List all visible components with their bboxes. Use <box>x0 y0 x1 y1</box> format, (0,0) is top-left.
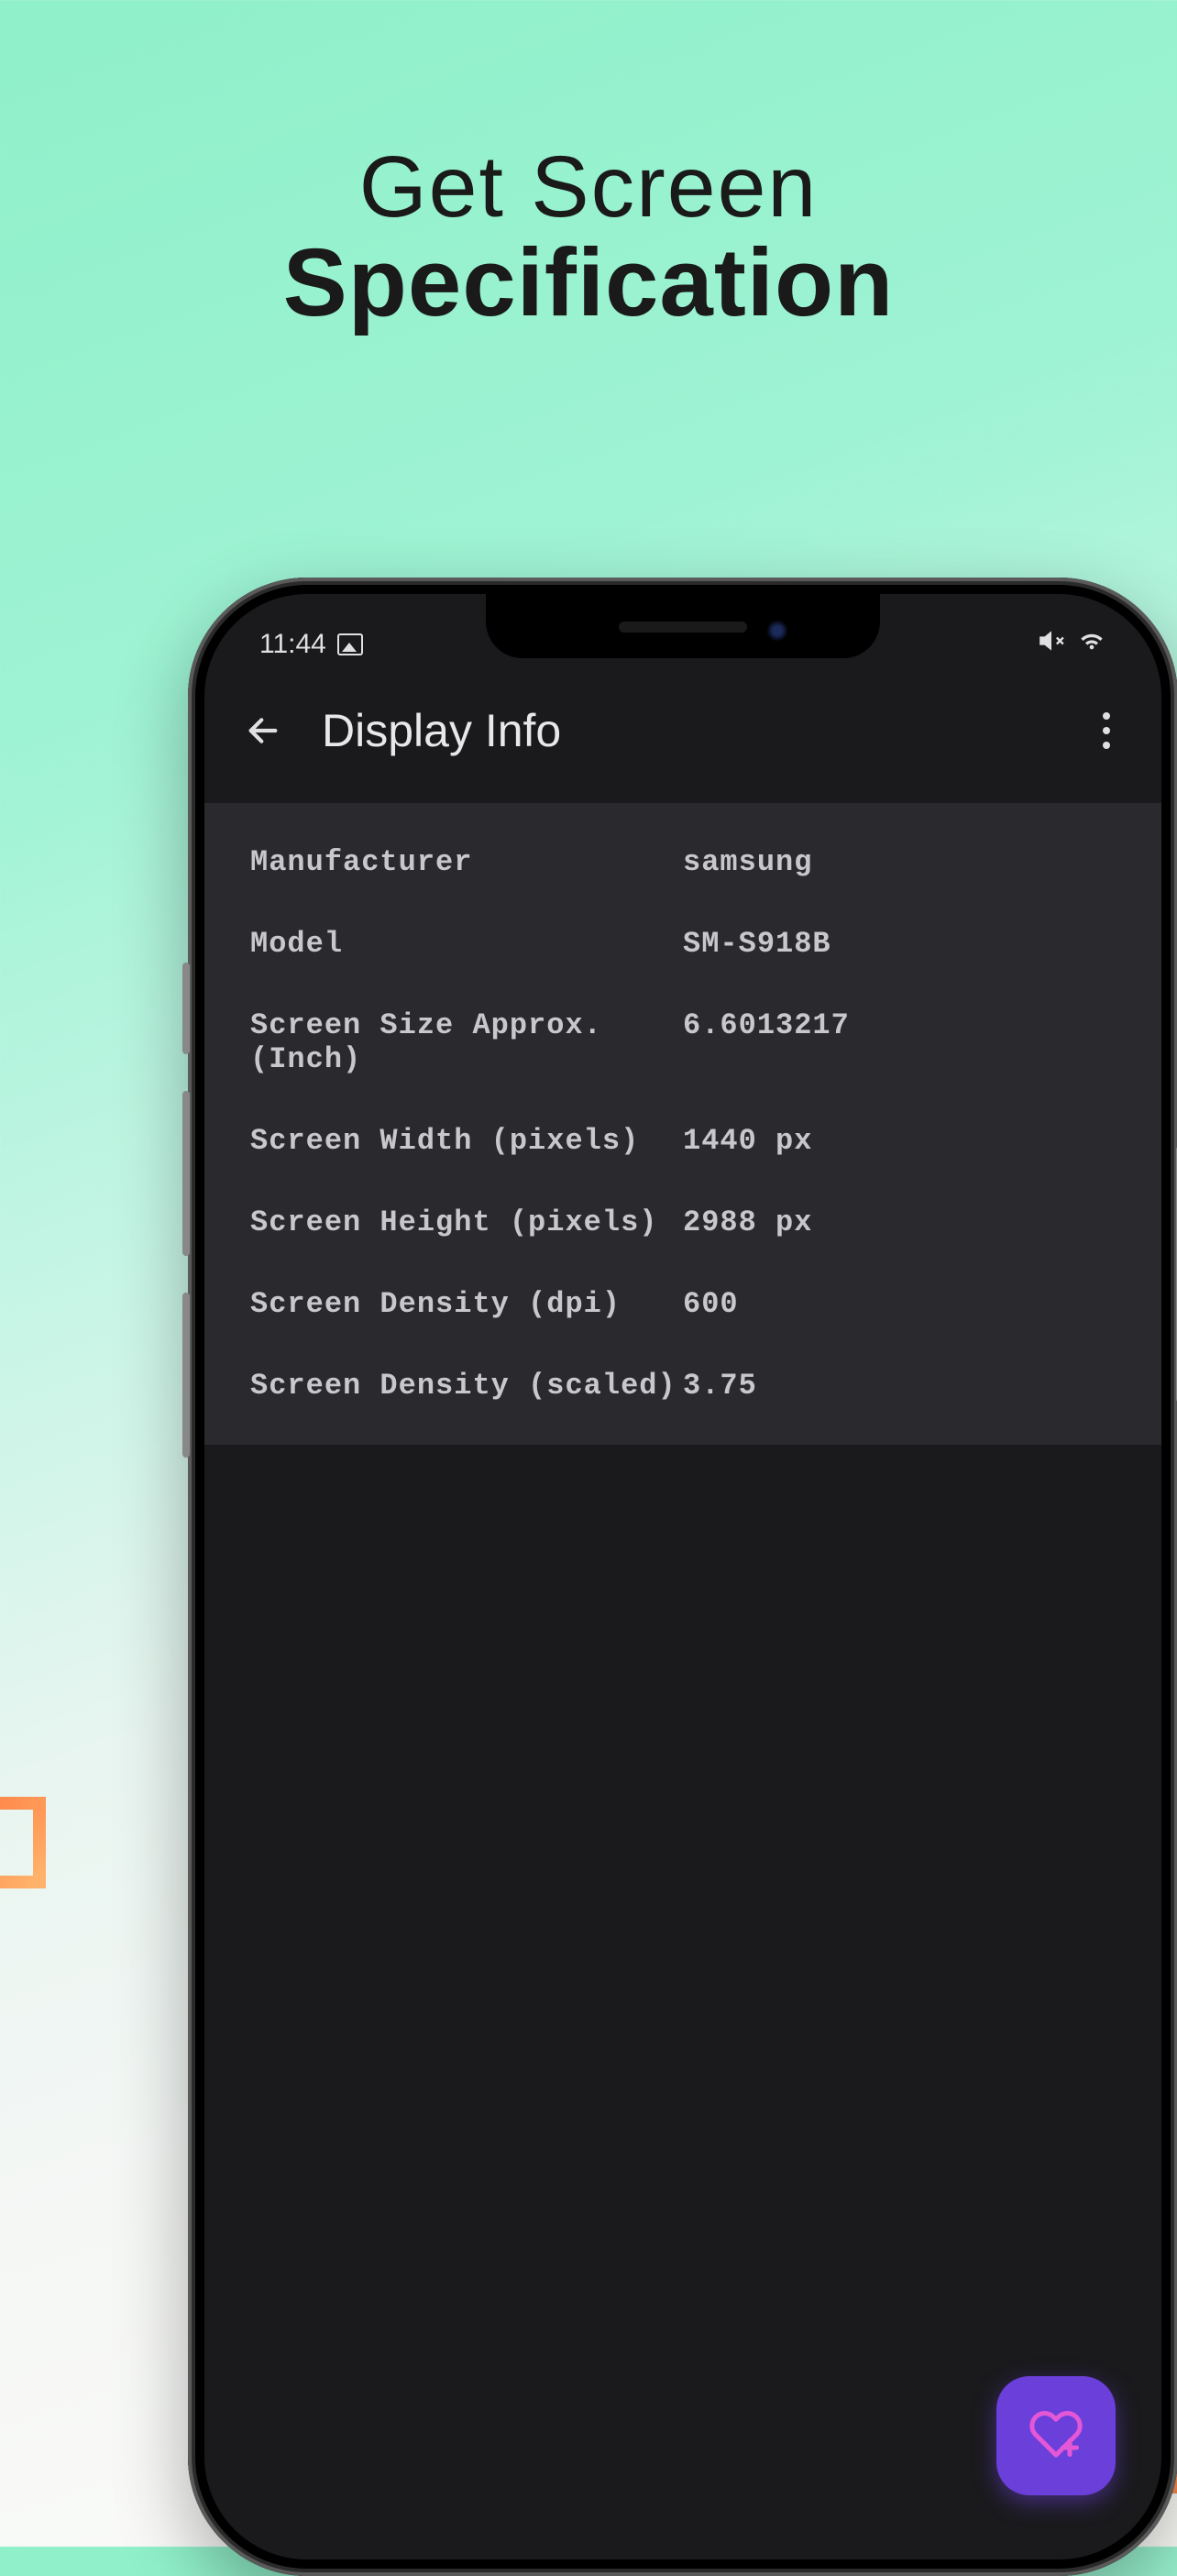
promo-heading: Get Screen Specification <box>0 0 1177 338</box>
status-time: 11:44 <box>259 629 326 660</box>
overflow-menu-button[interactable] <box>1088 708 1125 754</box>
info-value: samsung <box>683 845 1116 879</box>
info-label: Screen Density (dpi) <box>250 1287 683 1321</box>
dot-icon <box>1103 742 1110 749</box>
info-label: Screen Density (scaled) <box>250 1369 683 1403</box>
info-row-screen-density-scaled: Screen Density (scaled) 3.75 <box>204 1345 1161 1426</box>
phone-frame: 11:44 <box>188 578 1177 2576</box>
phone-notch <box>486 594 880 658</box>
info-value: 6.6013217 <box>683 1008 1116 1076</box>
info-label: Model <box>250 927 683 961</box>
info-row-screen-height: Screen Height (pixels) 2988 px <box>204 1182 1161 1263</box>
info-value: SM-S918B <box>683 927 1116 961</box>
page-title: Display Info <box>322 704 1051 757</box>
info-value: 3.75 <box>683 1369 1116 1403</box>
decoration-left <box>0 1797 46 1888</box>
status-left: 11:44 <box>259 629 363 660</box>
info-value: 600 <box>683 1287 1116 1321</box>
info-row-manufacturer: Manufacturer samsung <box>204 821 1161 903</box>
info-label: Screen Width (pixels) <box>250 1124 683 1158</box>
picture-icon <box>337 633 363 655</box>
side-button <box>182 1293 190 1458</box>
info-label: Manufacturer <box>250 845 683 879</box>
heart-plus-icon <box>1028 2406 1084 2466</box>
info-label: Screen Height (pixels) <box>250 1205 683 1239</box>
dot-icon <box>1103 727 1110 734</box>
info-value: 1440 px <box>683 1124 1116 1158</box>
mute-icon <box>1039 628 1064 661</box>
info-label: Screen Size Approx. (Inch) <box>250 1008 683 1076</box>
phone-screen: 11:44 <box>204 594 1161 2559</box>
dot-icon <box>1103 712 1110 720</box>
side-button <box>182 1091 190 1256</box>
info-row-screen-width: Screen Width (pixels) 1440 px <box>204 1100 1161 1182</box>
status-right <box>1039 628 1106 661</box>
info-value: 2988 px <box>683 1205 1116 1239</box>
app-header: Display Info <box>204 667 1161 803</box>
info-row-screen-size: Screen Size Approx. (Inch) 6.6013217 <box>204 985 1161 1100</box>
promo-line-1: Get Screen <box>0 138 1177 237</box>
info-panel: Manufacturer samsung Model SM-S918B Scre… <box>204 803 1161 1445</box>
promo-line-2: Specification <box>0 228 1177 338</box>
back-button[interactable] <box>241 709 285 753</box>
info-row-model: Model SM-S918B <box>204 903 1161 985</box>
side-button <box>182 963 190 1054</box>
wifi-icon <box>1077 628 1106 661</box>
favorite-fab-button[interactable] <box>996 2376 1116 2495</box>
info-row-screen-density-dpi: Screen Density (dpi) 600 <box>204 1263 1161 1345</box>
